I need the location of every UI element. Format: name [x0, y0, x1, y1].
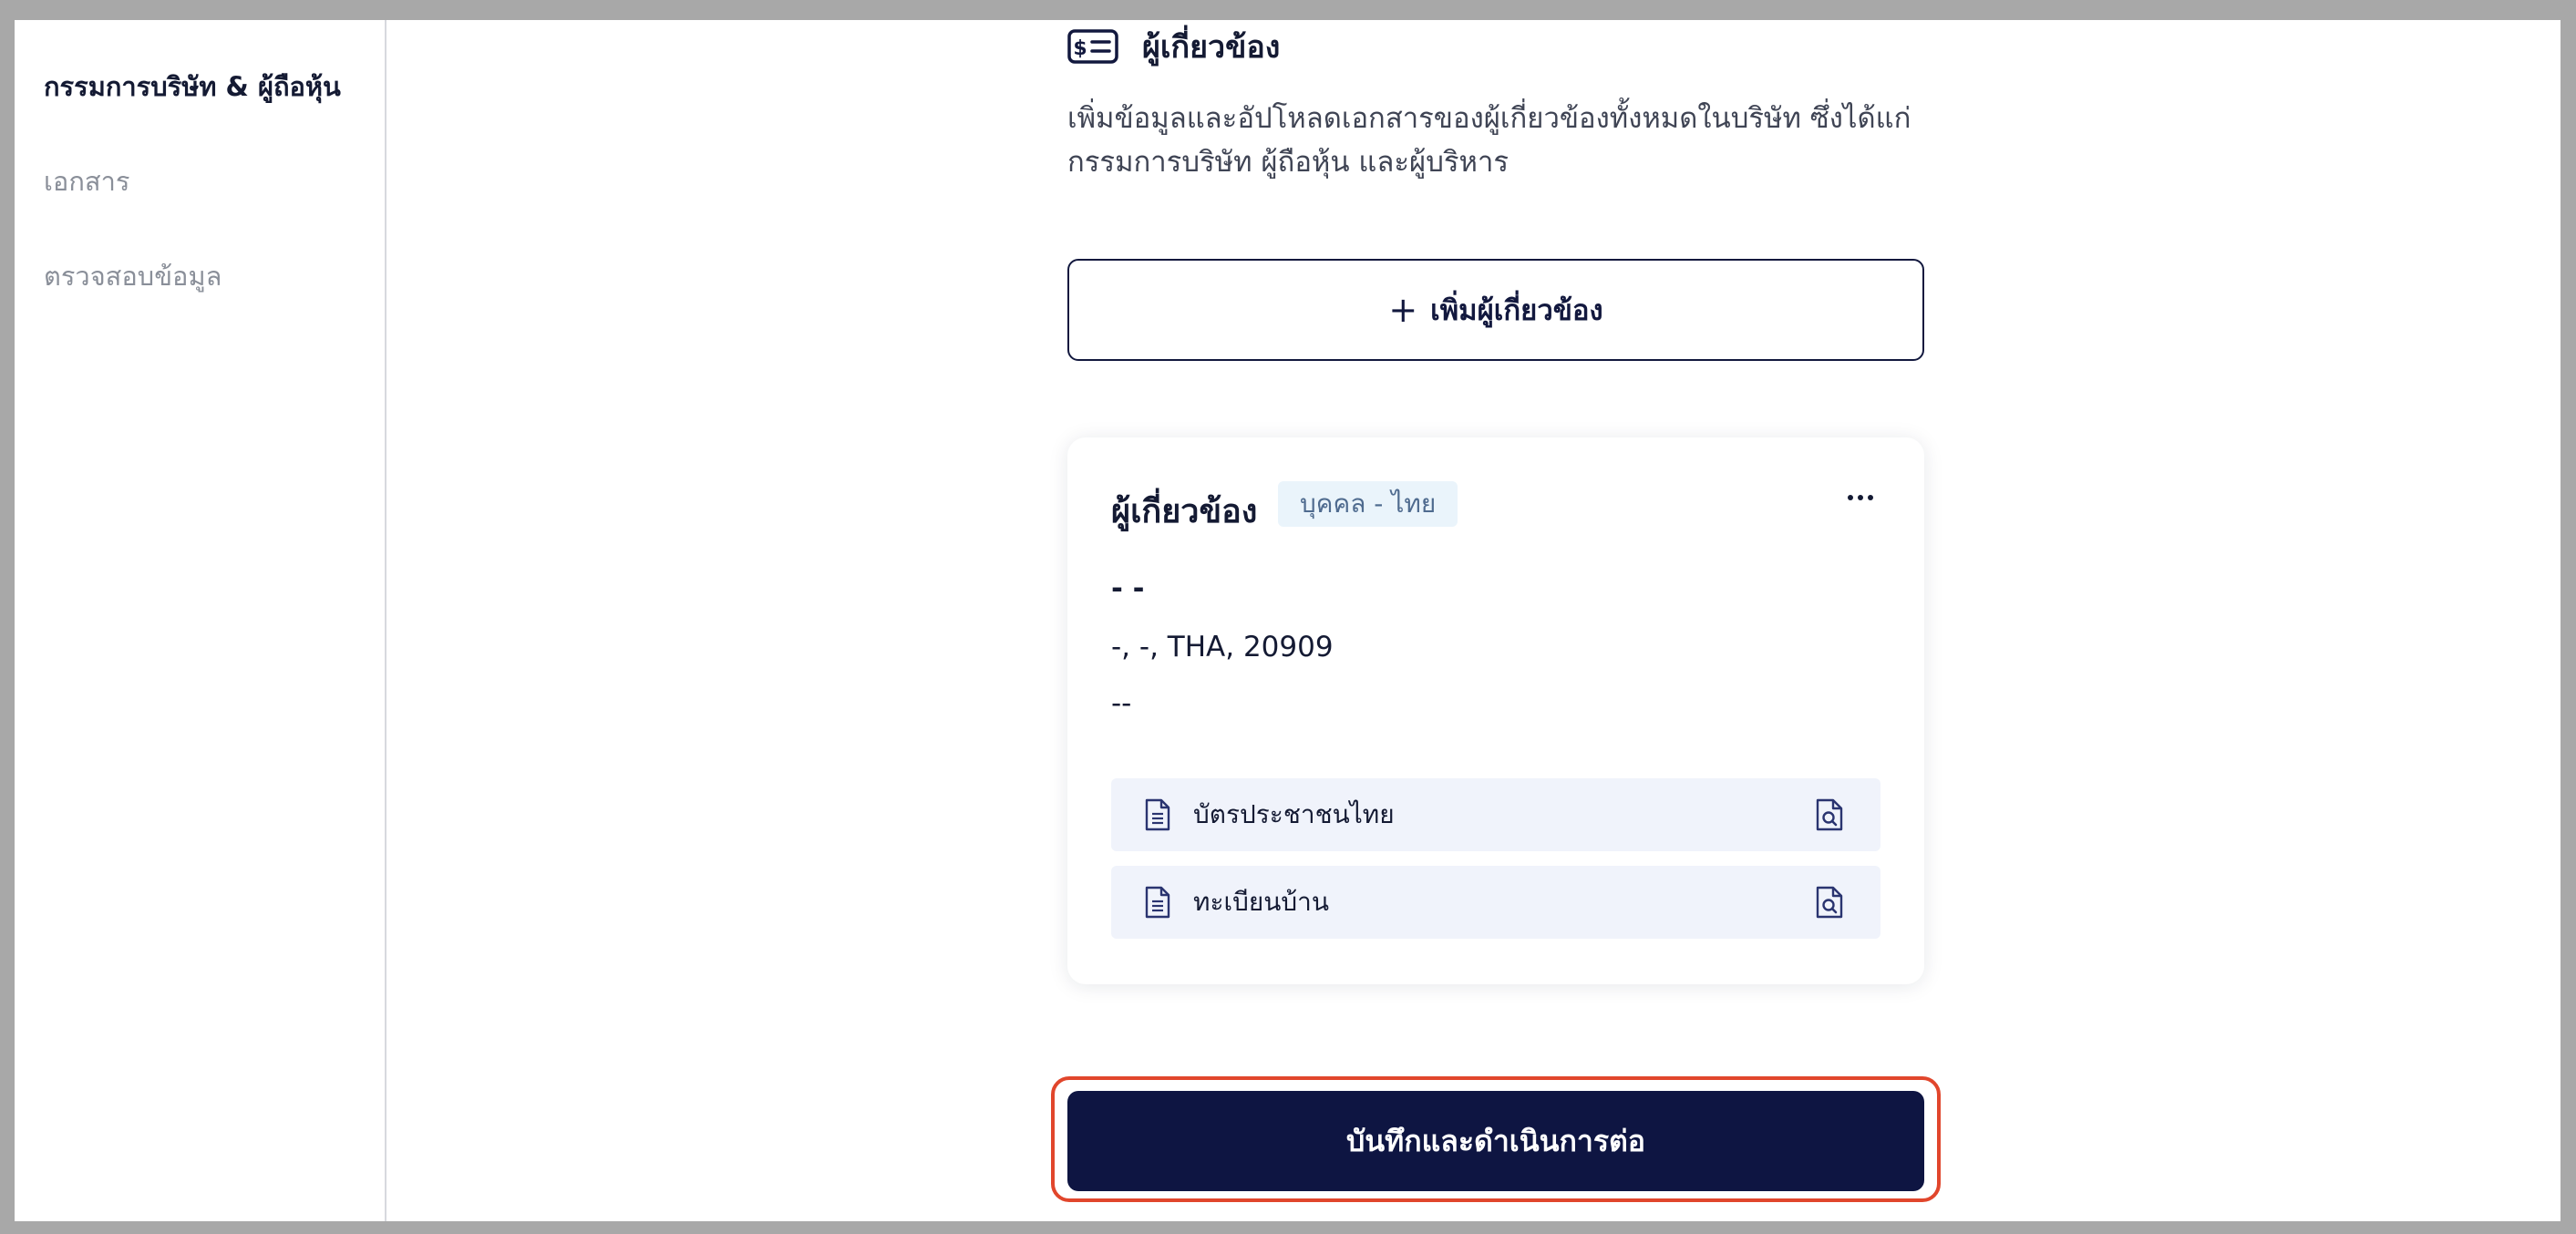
document-row-id-card[interactable]: บัตรประชาชนไทย: [1111, 778, 1880, 851]
related-person-card: ผู้เกี่ยวข้อง บุคคล - ไทย - - -, -, THA,…: [1067, 437, 1924, 984]
app-window: กรรมการบริษัท & ผู้ถือหุ้น เอกสาร ตรวจสอ…: [15, 20, 2561, 1221]
section-title: ผู้เกี่ยวข้อง: [1142, 29, 1281, 66]
more-horizontal-icon[interactable]: [1833, 470, 1888, 525]
save-and-continue-button[interactable]: บันทึกและดำเนินการต่อ: [1067, 1091, 1924, 1191]
sidebar-item-review[interactable]: ตรวจสอบข้อมูล: [44, 255, 222, 297]
document-icon: [1144, 797, 1171, 832]
save-and-continue-label: บันทึกและดำเนินการต่อ: [1345, 1123, 1646, 1158]
document-row-house-registration[interactable]: ทะเบียนบ้าน: [1111, 866, 1880, 939]
sidebar: กรรมการบริษัท & ผู้ถือหุ้น เอกสาร ตรวจสอ…: [15, 20, 386, 1221]
section-header: $ ผู้เกี่ยวข้อง: [1067, 22, 1280, 71]
section-description: เพิ่มข้อมูลและอัปโหลดเอกสารของผู้เกี่ยวข…: [1067, 102, 1911, 179]
card-title: ผู้เกี่ยวข้อง: [1111, 493, 1258, 530]
person-address: -, -, THA, 20909: [1111, 631, 1334, 663]
view-document-icon[interactable]: [1815, 885, 1844, 920]
person-contact: --: [1111, 687, 1132, 720]
money-card-icon: $: [1067, 29, 1118, 64]
document-label: ทะเบียนบ้าน: [1193, 887, 1330, 917]
person-type-badge: บุคคล - ไทย: [1278, 481, 1458, 527]
main-content: $ ผู้เกี่ยวข้อง เพิ่มข้อมูลและอัปโหลดเอก…: [386, 20, 2561, 1221]
add-related-person-button[interactable]: + เพิ่มผู้เกี่ยวข้อง: [1067, 259, 1924, 361]
view-document-icon[interactable]: [1815, 797, 1844, 832]
person-name: - -: [1111, 572, 1145, 605]
plus-icon: +: [1388, 290, 1418, 330]
add-related-person-label: เพิ่มผู้เกี่ยวข้อง: [1430, 294, 1603, 327]
document-label: บัตรประชาชนไทย: [1193, 799, 1395, 829]
sidebar-item-directors-shareholders[interactable]: กรรมการบริษัท & ผู้ถือหุ้น: [44, 66, 341, 108]
document-icon: [1144, 885, 1171, 920]
sidebar-item-documents[interactable]: เอกสาร: [44, 160, 129, 202]
svg-text:$: $: [1073, 37, 1087, 60]
